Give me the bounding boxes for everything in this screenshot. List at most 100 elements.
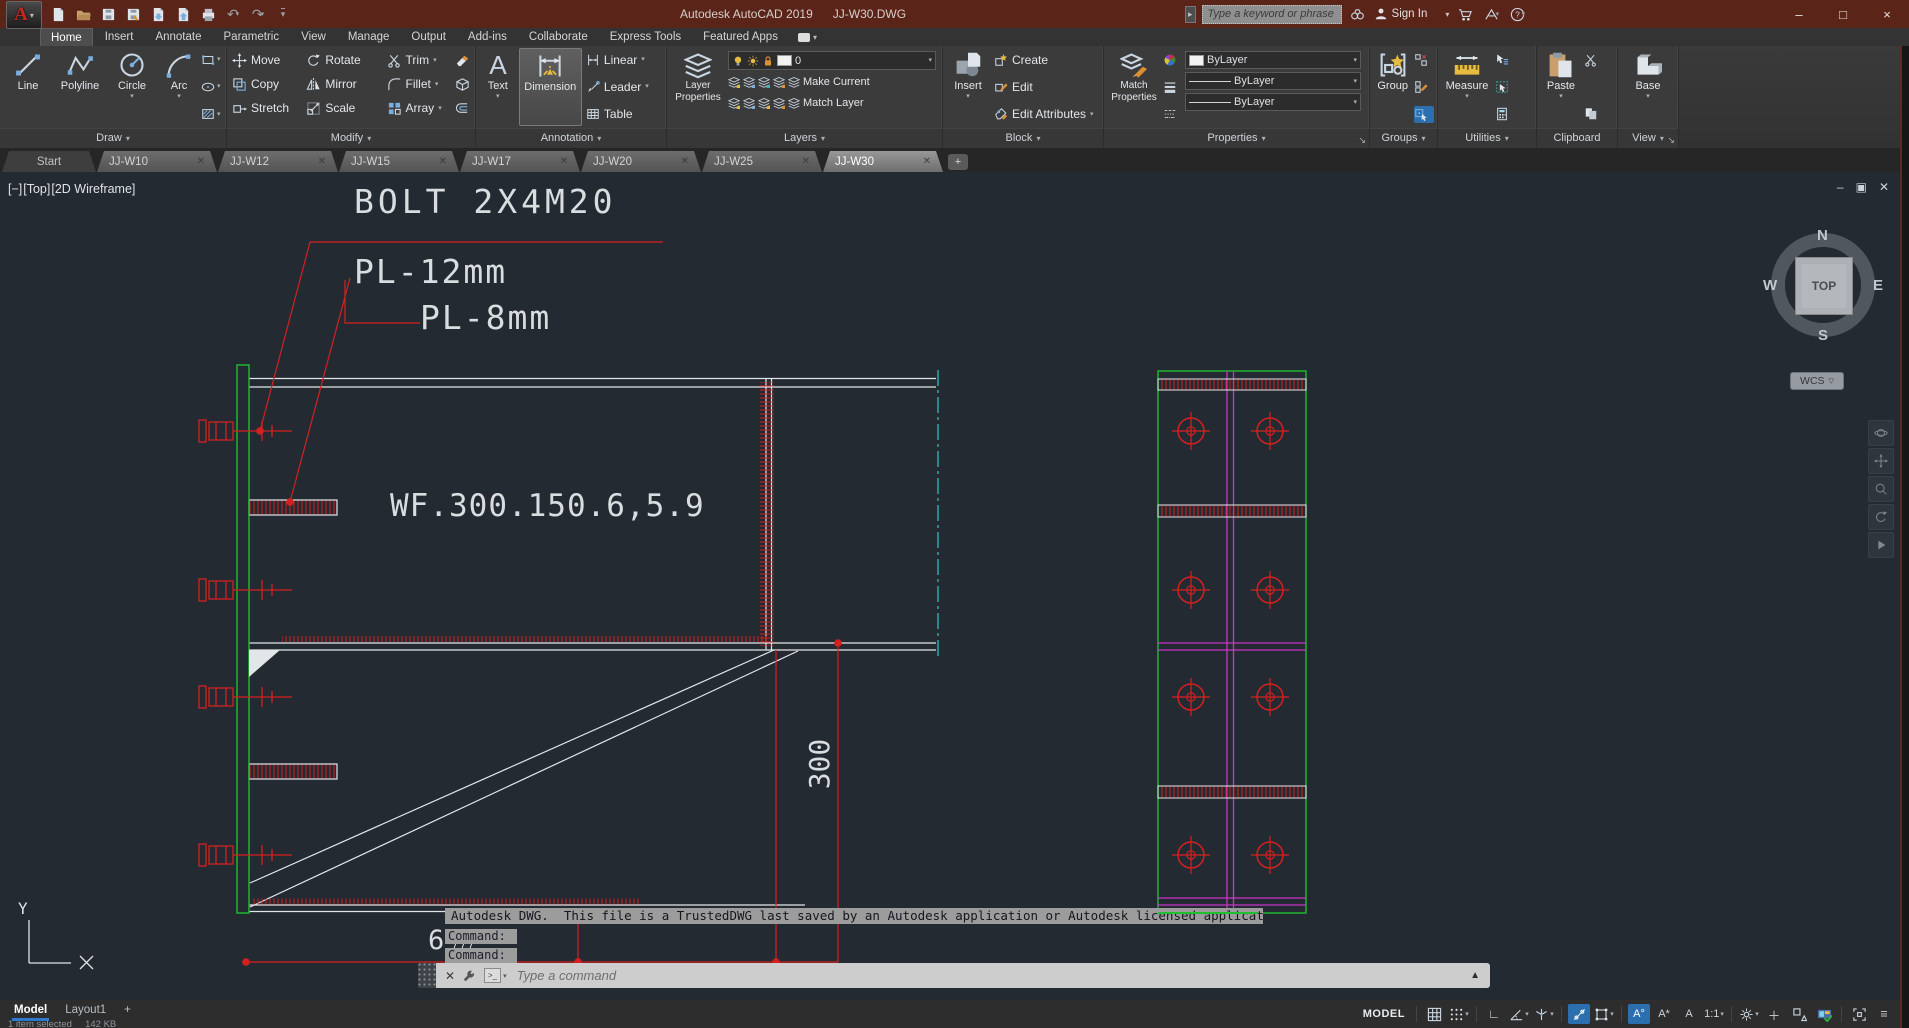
match-properties-button[interactable]: Match Properties bbox=[1107, 48, 1161, 126]
tab-add-ins[interactable]: Add-ins bbox=[458, 28, 517, 46]
circle-button[interactable]: Circle ▾ bbox=[107, 48, 157, 126]
tab-view[interactable]: View bbox=[291, 28, 336, 46]
tab-insert[interactable]: Insert bbox=[95, 28, 144, 46]
tab-annotate[interactable]: Annotate bbox=[145, 28, 211, 46]
customize-qat-button[interactable]: ▾ bbox=[273, 4, 293, 24]
open-button[interactable] bbox=[73, 4, 93, 24]
lineweight-icon[interactable] bbox=[1163, 78, 1183, 95]
dialog-launcher-icon[interactable]: ↘ bbox=[1358, 135, 1366, 146]
file-tab-jj-w20[interactable]: JJ-W20 ✕ bbox=[581, 151, 701, 172]
group-button[interactable]: Group bbox=[1373, 48, 1412, 126]
edit-attributes-button[interactable]: Edit Attributes ▾ bbox=[992, 106, 1100, 123]
erase-button[interactable] bbox=[453, 48, 472, 72]
close-icon[interactable]: ✕ bbox=[445, 969, 455, 983]
arc-button[interactable]: Arc ▾ bbox=[159, 48, 199, 126]
offset-button[interactable] bbox=[453, 96, 472, 120]
new-layout-button[interactable]: + bbox=[122, 1000, 133, 1018]
pan-icon[interactable] bbox=[1868, 448, 1894, 474]
panel-label-clipboard[interactable]: Clipboard bbox=[1537, 127, 1617, 148]
object-snap-tracking-toggle[interactable] bbox=[1568, 1004, 1590, 1024]
quick-select-icon[interactable] bbox=[1495, 51, 1519, 68]
array-button[interactable]: Array ▾ bbox=[385, 96, 453, 120]
panel-label-block[interactable]: Block ▾ bbox=[943, 127, 1103, 148]
object-snap-toggle[interactable]: ▾ bbox=[1593, 1004, 1615, 1024]
ribbon-display-options-button[interactable]: ▾ bbox=[797, 28, 817, 46]
trim-button[interactable]: Trim ▾ bbox=[385, 48, 453, 72]
model-space-canvas[interactable]: Y BOLT 2X4M20 PL-12mm PL-8mm WF.300.150.… bbox=[0, 172, 1909, 1000]
panel-label-annotation[interactable]: Annotation ▾ bbox=[476, 127, 666, 148]
status-bar-menu-button[interactable]: ≡ bbox=[1873, 1004, 1895, 1024]
edit-block-button[interactable]: Edit bbox=[992, 78, 1100, 95]
dialog-launcher-icon[interactable]: ↘ bbox=[1667, 135, 1675, 146]
mirror-button[interactable]: Mirror bbox=[304, 72, 384, 96]
help-button[interactable]: ▾ bbox=[1507, 4, 1527, 24]
rotate-button[interactable]: Rotate bbox=[304, 48, 384, 72]
redo-button[interactable]: ↷ ▾ bbox=[248, 4, 268, 24]
grid-display-toggle[interactable] bbox=[1423, 1004, 1445, 1024]
undo-button[interactable]: ↶ ▾ bbox=[223, 4, 243, 24]
base-view-button[interactable]: Base ▾ bbox=[1625, 48, 1671, 126]
isometric-drafting-toggle[interactable]: ▾ bbox=[1533, 1004, 1555, 1024]
explode-button[interactable] bbox=[453, 72, 472, 96]
group-selection-toggle-icon[interactable] bbox=[1414, 105, 1434, 123]
panel-label-draw[interactable]: Draw ▾ bbox=[0, 127, 226, 148]
cut-icon[interactable] bbox=[1584, 51, 1606, 68]
ungroup-icon[interactable] bbox=[1414, 51, 1434, 68]
close-tab-icon[interactable]: ✕ bbox=[197, 156, 205, 167]
make-current-button[interactable]: Make Current bbox=[728, 72, 936, 91]
sign-in-button[interactable]: Sign In ▾ bbox=[1374, 7, 1449, 21]
close-button[interactable]: × bbox=[1865, 0, 1909, 28]
annotation-scale-button[interactable]: A bbox=[1678, 1004, 1700, 1024]
paste-button[interactable]: Paste ▾ bbox=[1540, 48, 1582, 126]
copy-clip-icon[interactable] bbox=[1584, 106, 1606, 123]
create-block-button[interactable]: Create bbox=[992, 51, 1100, 68]
rectangle-tool-button[interactable]: ▾ bbox=[201, 51, 221, 68]
polyline-button[interactable]: Polyline bbox=[55, 48, 105, 126]
layout-tab-model[interactable]: Model bbox=[12, 1000, 50, 1021]
line-button[interactable]: Line bbox=[3, 48, 53, 126]
drawing-minimize-button[interactable]: – bbox=[1837, 180, 1844, 194]
quick-calculator-icon[interactable] bbox=[1495, 78, 1519, 95]
measure-button[interactable]: Measure ▾ bbox=[1441, 48, 1493, 126]
annotation-autoscale-toggle[interactable]: A* bbox=[1653, 1004, 1675, 1024]
stretch-button[interactable]: Stretch bbox=[230, 96, 304, 120]
new-tab-button[interactable]: + bbox=[948, 154, 968, 170]
autodesk-account-button[interactable]: ▾ bbox=[1481, 4, 1501, 24]
panel-label-view[interactable]: View ▾ ↘ bbox=[1618, 127, 1678, 148]
command-history-expand-icon[interactable]: ▲ bbox=[1470, 970, 1480, 981]
viewport-minimize-control[interactable]: [−] bbox=[8, 182, 22, 196]
viewcube-south[interactable]: S bbox=[1818, 327, 1828, 344]
maximize-button[interactable]: □ bbox=[1821, 0, 1865, 28]
hatch-tool-button[interactable]: ▾ bbox=[201, 106, 221, 123]
copy-button[interactable]: Copy bbox=[230, 72, 304, 96]
polar-tracking-toggle[interactable]: ▾ bbox=[1508, 1004, 1530, 1024]
zoom-icon[interactable] bbox=[1868, 476, 1894, 502]
file-tab-jj-w30-active[interactable]: JJ-W30 ✕ bbox=[823, 151, 943, 172]
search-expand-icon[interactable]: ▸ bbox=[1185, 5, 1196, 23]
file-tab-start[interactable]: Start bbox=[2, 151, 96, 172]
open-from-web-mobile-button[interactable] bbox=[148, 4, 168, 24]
application-menu-button[interactable]: A ▾ bbox=[6, 1, 42, 29]
current-scale-dropdown[interactable]: 1:1 ▾ bbox=[1703, 1004, 1725, 1024]
fillet-button[interactable]: Fillet ▾ bbox=[385, 72, 453, 96]
panel-label-layers[interactable]: Layers ▾ bbox=[667, 127, 942, 148]
panel-label-properties[interactable]: Properties ▾ ↘ bbox=[1104, 127, 1369, 148]
save-button[interactable] bbox=[98, 4, 118, 24]
save-to-web-mobile-button[interactable] bbox=[173, 4, 193, 24]
ortho-mode-toggle[interactable]: ∟ bbox=[1483, 1004, 1505, 1024]
file-tab-jj-w15[interactable]: JJ-W15 ✕ bbox=[339, 151, 459, 172]
command-line-grip[interactable] bbox=[418, 963, 436, 988]
viewcube-east[interactable]: E bbox=[1873, 277, 1883, 294]
close-tab-icon[interactable]: ✕ bbox=[681, 156, 689, 167]
layout-tab-layout1[interactable]: Layout1 bbox=[63, 1000, 108, 1018]
ellipse-tool-button[interactable]: ▾ bbox=[201, 78, 221, 95]
model-space-toggle[interactable]: MODEL bbox=[1358, 1004, 1410, 1024]
full-navigation-wheel-icon[interactable] bbox=[1868, 420, 1894, 446]
file-tab-jj-w10[interactable]: JJ-W10 ✕ bbox=[97, 151, 217, 172]
command-input[interactable] bbox=[514, 967, 1471, 984]
text-button[interactable]: A Text ▾ bbox=[479, 48, 517, 126]
move-button[interactable]: Move bbox=[230, 48, 304, 72]
linetype-dropdown[interactable]: ByLayer ▾ bbox=[1185, 93, 1361, 111]
viewcube-north[interactable]: N bbox=[1817, 227, 1828, 244]
insert-block-button[interactable]: Insert ▾ bbox=[946, 48, 990, 126]
